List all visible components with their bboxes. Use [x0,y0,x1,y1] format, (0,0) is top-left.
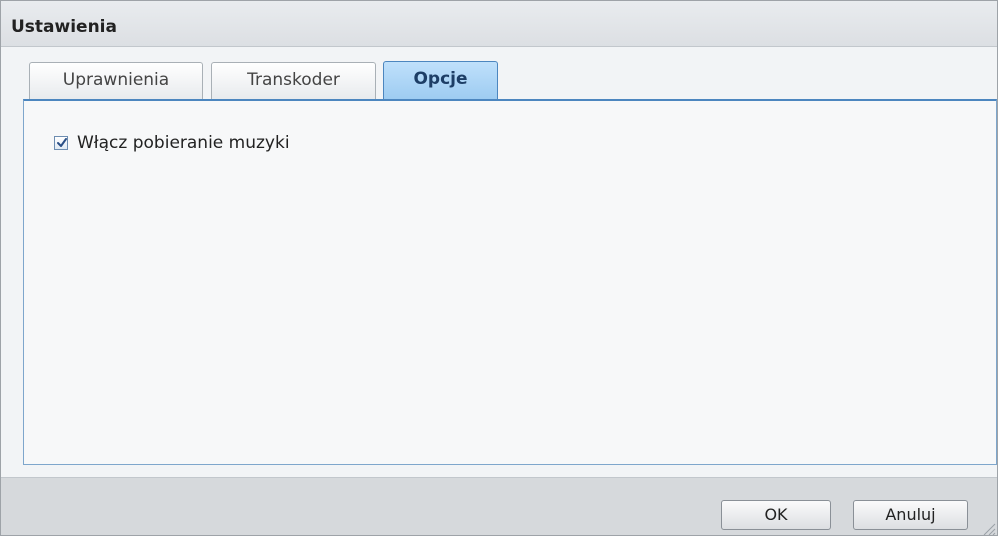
tab-uprawnienia[interactable]: Uprawnienia [29,62,203,100]
window-title: Ustawienia [11,17,117,37]
music-download-label: Włącz pobieranie muzyki [77,133,290,153]
checkmark-icon [57,138,67,147]
tab-transkoder[interactable]: Transkoder [211,62,376,100]
dialog-footer: OK Anuluj [1,477,997,536]
cancel-button[interactable]: Anuluj [853,500,968,530]
music-download-option[interactable]: Włącz pobieranie muzyki [54,133,290,153]
title-bar[interactable]: Ustawienia [1,1,997,47]
music-download-checkbox[interactable] [54,136,68,150]
ok-button[interactable]: OK [721,500,831,530]
settings-window: Ustawienia Uprawnienia Transkoder Opcje … [0,0,998,536]
resize-grip-icon[interactable] [980,520,996,536]
content-area: Uprawnienia Transkoder Opcje Włącz pobie… [1,47,997,477]
options-panel: Włącz pobieranie muzyki [23,99,997,465]
tab-opcje[interactable]: Opcje [383,61,498,101]
